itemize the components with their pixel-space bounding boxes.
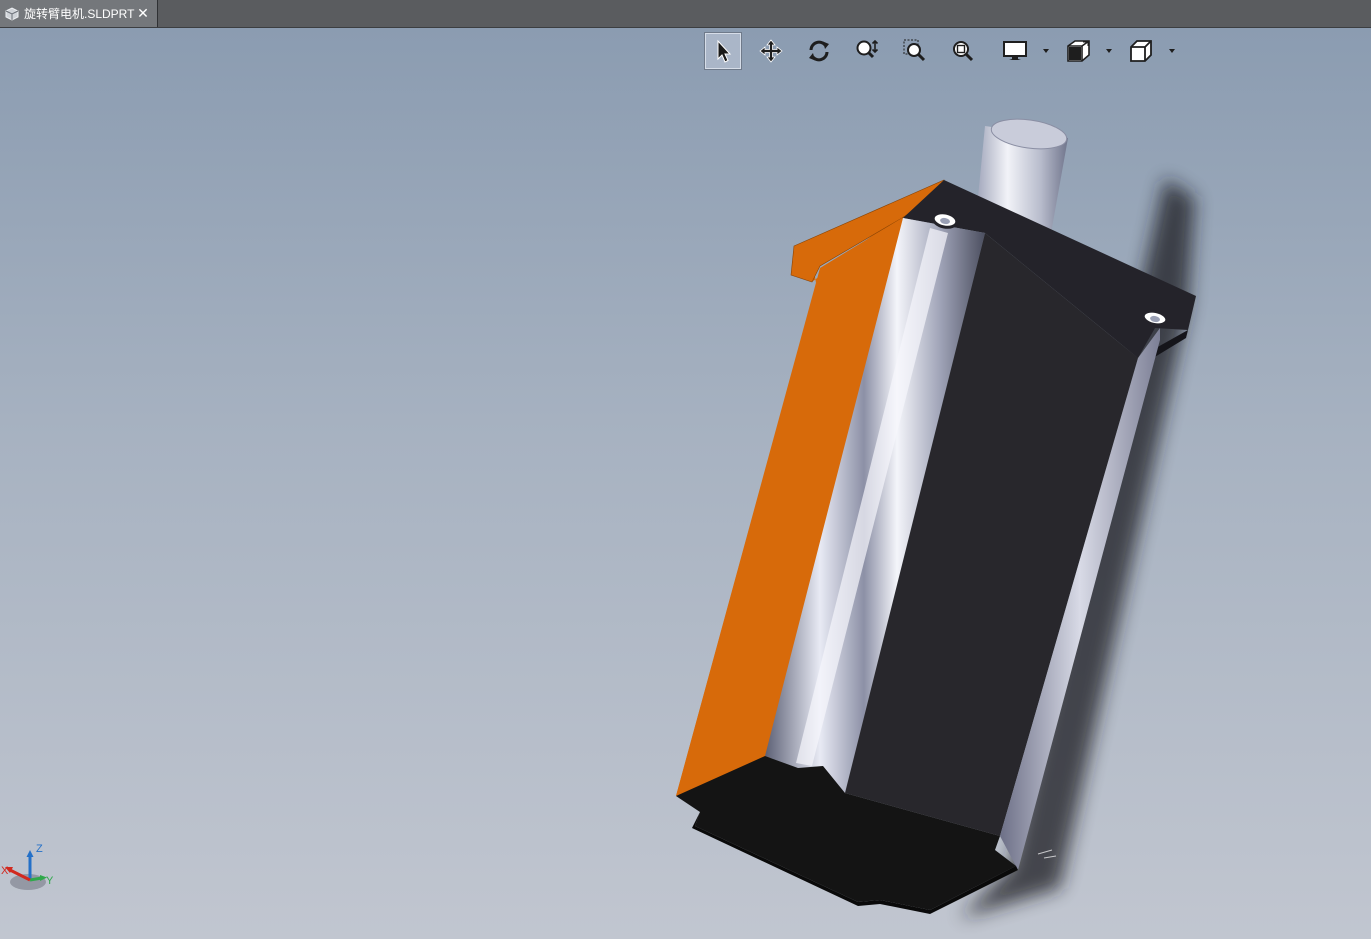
document-tab[interactable]: 旋转臂电机.SLDPRT ✕ (0, 0, 158, 27)
motor-3d-model[interactable] (0, 28, 1371, 939)
part-file-icon (5, 6, 19, 21)
graphics-area[interactable]: Z Y X (0, 28, 1371, 939)
triad-y-label: Y (46, 875, 54, 887)
triad-z-label: Z (36, 843, 43, 855)
reference-triad: Z Y X (1, 843, 54, 890)
solidworks-window: 旋转臂电机.SLDPRT ✕ Z Y X (0, 0, 1371, 939)
document-tab-bar: 旋转臂电机.SLDPRT ✕ (0, 0, 1371, 28)
document-tab-title: 旋转臂电机.SLDPRT (24, 7, 135, 21)
triad-x-label: X (1, 865, 9, 877)
close-icon[interactable]: ✕ (135, 5, 151, 22)
